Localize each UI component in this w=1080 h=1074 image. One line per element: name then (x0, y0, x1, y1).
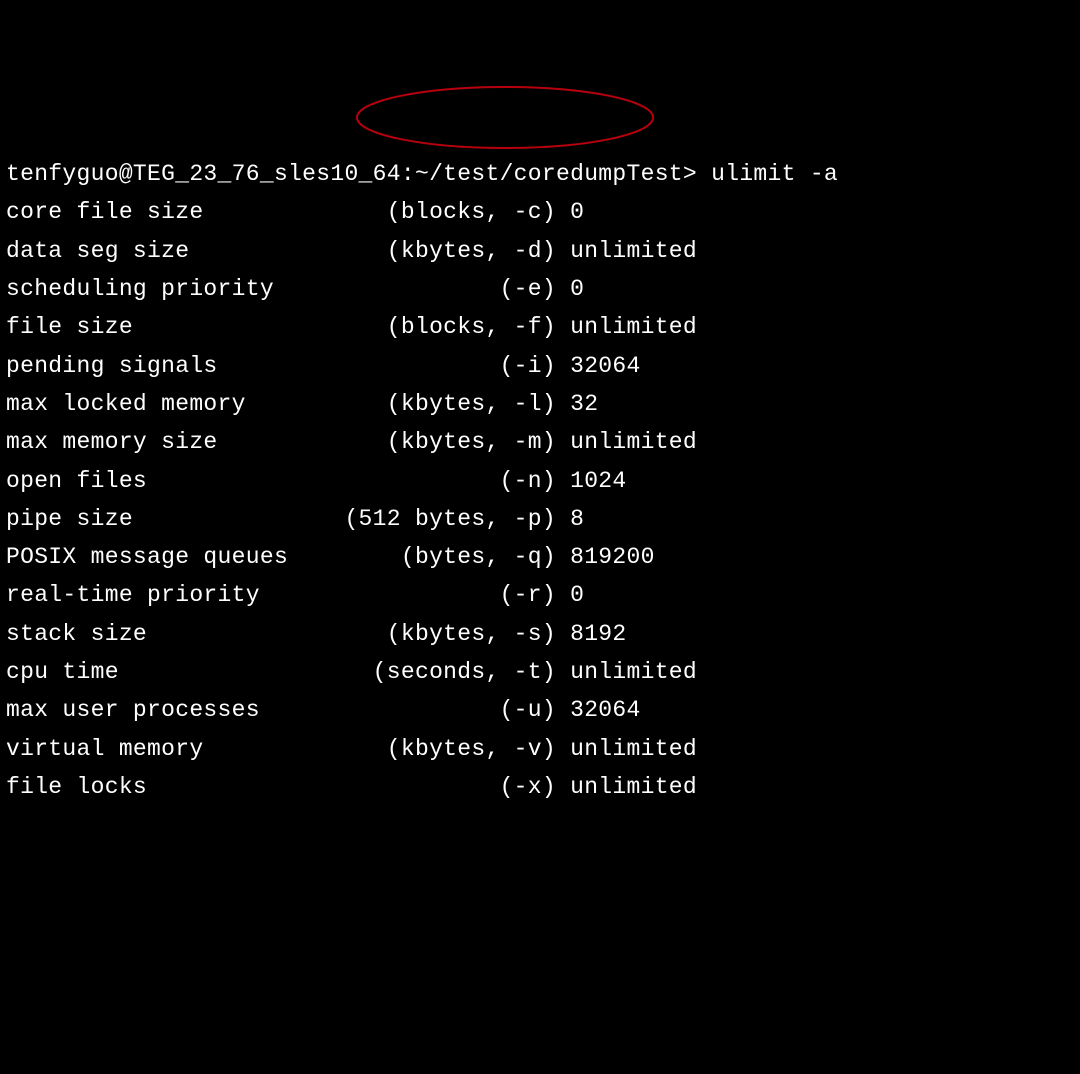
ulimit-row: open files (-n) 1024 (6, 462, 1074, 500)
ulimit-row: core file size (blocks, -c) 0 (6, 193, 1074, 231)
ulimit-row: data seg size (kbytes, -d) unlimited (6, 232, 1074, 270)
ulimit-row: scheduling priority (-e) 0 (6, 270, 1074, 308)
terminal-output: tenfyguo@TEG_23_76_sles10_64:~/test/core… (6, 155, 1074, 806)
ulimit-row: max memory size (kbytes, -m) unlimited (6, 423, 1074, 461)
ulimit-row: virtual memory (kbytes, -v) unlimited (6, 730, 1074, 768)
ulimit-row: max locked memory (kbytes, -l) 32 (6, 385, 1074, 423)
ulimit-row: real-time priority (-r) 0 (6, 576, 1074, 614)
ulimit-row: pending signals (-i) 32064 (6, 347, 1074, 385)
ulimit-row: stack size (kbytes, -s) 8192 (6, 615, 1074, 653)
ulimit-row: POSIX message queues (bytes, -q) 819200 (6, 538, 1074, 576)
ulimit-row: pipe size (512 bytes, -p) 8 (6, 500, 1074, 538)
prompt-line[interactable]: tenfyguo@TEG_23_76_sles10_64:~/test/core… (6, 155, 1074, 193)
ulimit-row: file size (blocks, -f) unlimited (6, 308, 1074, 346)
ulimit-row: file locks (-x) unlimited (6, 768, 1074, 806)
ulimit-row: max user processes (-u) 32064 (6, 691, 1074, 729)
ulimit-row: cpu time (seconds, -t) unlimited (6, 653, 1074, 691)
